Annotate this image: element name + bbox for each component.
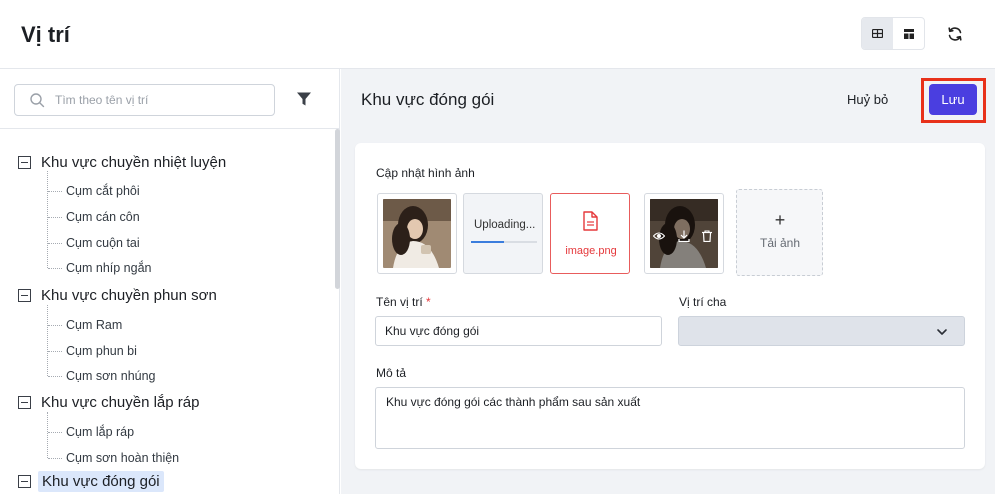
- location-tree: Khu vực chuyền nhiệt luyện Cụm cắt phôi …: [0, 129, 334, 494]
- description-label: Mô tả: [376, 366, 407, 380]
- tree-item[interactable]: Cụm lắp ráp: [0, 421, 334, 443]
- tree-item-label: Cụm lắp ráp: [66, 425, 135, 439]
- plus-icon: +: [774, 210, 786, 230]
- parent-select[interactable]: [678, 316, 965, 346]
- tree-item-label: Cụm Ram: [66, 318, 123, 332]
- uploading-thumbnail: Uploading...: [463, 193, 543, 274]
- search-icon: [30, 93, 45, 108]
- photo-image: [383, 199, 451, 268]
- image-thumbnail[interactable]: [377, 193, 457, 274]
- location-detail-panel: Khu vực đóng gói Huỷ bỏ Lưu Cập nhật hìn…: [341, 69, 995, 494]
- name-input[interactable]: [375, 316, 662, 346]
- card-view-icon: [903, 28, 914, 39]
- tree-item[interactable]: Cụm Ram: [0, 314, 334, 336]
- trash-icon[interactable]: [701, 230, 713, 242]
- tree-item[interactable]: Cụm cắt phôi: [0, 180, 334, 202]
- save-button[interactable]: Lưu: [929, 84, 977, 115]
- tree-item[interactable]: Cụm cuộn tai: [0, 232, 334, 254]
- tree-item[interactable]: Cụm sơn hoàn thiện: [0, 447, 334, 469]
- thumbnail-hover-overlay: [650, 199, 718, 268]
- image-thumbnail-hover[interactable]: [644, 193, 724, 274]
- cancel-button[interactable]: Huỷ bỏ: [847, 87, 888, 113]
- search-input[interactable]: [55, 85, 270, 115]
- tree-item[interactable]: Cụm phun bi: [0, 340, 334, 362]
- tree-item[interactable]: Cụm cán côn: [0, 206, 334, 228]
- file-icon: [583, 211, 598, 231]
- collapse-toggle-icon[interactable]: [18, 474, 31, 488]
- collapse-toggle-icon[interactable]: [18, 288, 31, 302]
- upload-image-label: Tải ảnh: [759, 236, 801, 250]
- location-tree-panel: Khu vực chuyền nhiệt luyện Cụm cắt phôi …: [0, 69, 340, 494]
- name-label-text: Tên vị trí: [376, 295, 423, 309]
- collapse-toggle-icon[interactable]: [18, 155, 31, 169]
- error-file-thumbnail[interactable]: image.png: [550, 193, 630, 274]
- tree-group-label: Khu vực chuyền lắp ráp: [41, 393, 200, 411]
- upload-progress-fill: [471, 241, 504, 243]
- tree-group-label: Khu vực chuyền phun sơn: [41, 286, 217, 304]
- tree-item-label: Cụm cán côn: [66, 210, 140, 224]
- uploading-text: Uploading...: [474, 219, 536, 231]
- images-label: Cập nhật hình ảnh: [376, 166, 475, 180]
- tree-item[interactable]: Cụm sơn nhúng: [0, 365, 334, 387]
- name-label: Tên vị trí *: [376, 295, 431, 309]
- table-view-icon: [872, 29, 883, 38]
- tree-group[interactable]: Khu vực chuyền lắp ráp: [0, 391, 334, 413]
- upload-image-button[interactable]: + Tải ảnh: [736, 189, 823, 276]
- location-form: Cập nhật hình ảnh Uploading... image.png…: [355, 143, 985, 469]
- table-view-button[interactable]: [862, 18, 893, 49]
- description-textarea[interactable]: Khu vực đóng gói các thành phẩm sau sản …: [375, 387, 965, 449]
- parent-label: Vị trí cha: [679, 295, 727, 309]
- upload-progress-bar: [471, 241, 537, 243]
- chevron-down-icon: [937, 329, 947, 335]
- detail-header: Khu vực đóng gói Huỷ bỏ Lưu: [341, 69, 995, 128]
- search-box: [14, 84, 275, 116]
- tree-item-label: Cụm cuộn tai: [66, 236, 140, 250]
- tree-item-label: Cụm sơn nhúng: [66, 369, 156, 383]
- tree-item-label: Cụm phun bi: [66, 344, 137, 358]
- tree-scrollbar[interactable]: [335, 129, 340, 289]
- tree-group-label-selected: Khu vực đóng gói: [38, 470, 164, 492]
- collapse-toggle-icon[interactable]: [18, 395, 31, 409]
- eye-icon[interactable]: [653, 230, 665, 242]
- filter-icon[interactable]: [296, 91, 312, 107]
- tree-item[interactable]: Cụm nhíp ngắn: [0, 257, 334, 279]
- detail-title: Khu vực đóng gói: [361, 90, 495, 109]
- tree-item-label: Cụm cắt phôi: [66, 184, 140, 198]
- required-mark: *: [426, 295, 431, 309]
- tree-group[interactable]: Khu vực chuyền phun sơn: [0, 284, 334, 306]
- download-icon[interactable]: [678, 230, 690, 242]
- error-file-name: image.png: [565, 245, 617, 257]
- view-toggle: [861, 17, 925, 50]
- card-view-button[interactable]: [893, 18, 924, 49]
- page-header: Vị trí: [0, 0, 995, 69]
- tree-group-label: Khu vực chuyền nhiệt luyện: [41, 153, 227, 171]
- tree-item-label: Cụm nhíp ngắn: [66, 261, 152, 275]
- tree-group[interactable]: Khu vực chuyền nhiệt luyện: [0, 151, 334, 173]
- tree-group[interactable]: Khu vực đóng gói: [0, 470, 334, 492]
- page-title: Vị trí: [21, 22, 70, 47]
- refresh-icon: [948, 27, 962, 41]
- tree-item-label: Cụm sơn hoàn thiện: [66, 451, 180, 465]
- refresh-button[interactable]: [944, 23, 966, 45]
